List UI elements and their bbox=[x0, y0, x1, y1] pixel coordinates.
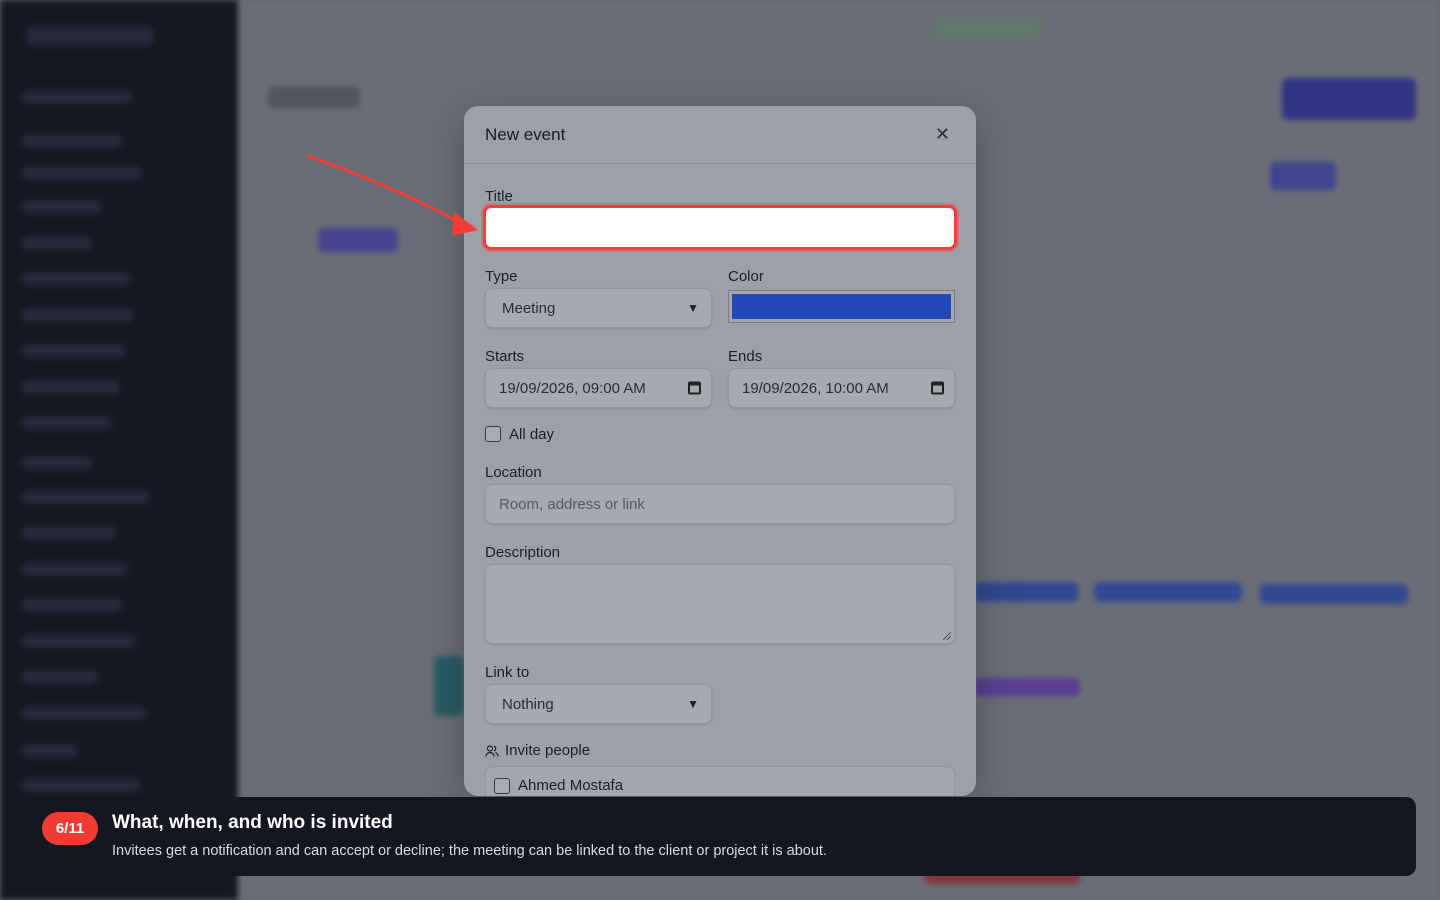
all-day-label[interactable]: All day bbox=[509, 426, 554, 443]
ends-value: 19/09/2026, 10:00 AM bbox=[742, 379, 889, 397]
location-placeholder: Room, address or link bbox=[499, 495, 645, 513]
link-to-label: Link to bbox=[485, 664, 530, 681]
users-icon bbox=[485, 744, 499, 757]
type-select[interactable]: Meeting ▼ bbox=[485, 288, 712, 328]
location-input[interactable]: Room, address or link bbox=[485, 484, 955, 524]
invitee-list: Ahmed Mostafa bbox=[485, 766, 955, 796]
tour-step-banner: 6/11 What, when, and who is invited Invi… bbox=[24, 797, 1416, 876]
invitee-name[interactable]: Ahmed Mostafa bbox=[518, 777, 623, 794]
starts-label: Starts bbox=[485, 348, 525, 365]
tour-step-description: Invitees get a notification and can acce… bbox=[112, 843, 827, 859]
description-label: Description bbox=[485, 544, 561, 561]
invite-people-heading: Invite people bbox=[485, 742, 590, 759]
location-label: Location bbox=[485, 464, 542, 481]
title-label: Title bbox=[485, 188, 513, 205]
type-select-value: Meeting bbox=[502, 299, 556, 317]
starts-value: 19/09/2026, 09:00 AM bbox=[499, 379, 646, 397]
calendar-icon[interactable] bbox=[688, 381, 701, 395]
dialog-header: New event ✕ bbox=[464, 106, 976, 164]
invitee-checkbox[interactable] bbox=[494, 778, 510, 794]
color-picker[interactable] bbox=[728, 290, 955, 323]
ends-datetime-input[interactable]: 19/09/2026, 10:00 AM bbox=[728, 368, 955, 408]
tour-step-badge: 6/11 bbox=[42, 812, 98, 845]
ends-label: Ends bbox=[728, 348, 763, 365]
color-label: Color bbox=[728, 268, 764, 285]
calendar-icon[interactable] bbox=[931, 381, 944, 395]
close-icon[interactable]: ✕ bbox=[935, 125, 950, 143]
link-to-value: Nothing bbox=[502, 695, 554, 713]
chevron-down-icon: ▼ bbox=[687, 697, 699, 711]
link-to-select[interactable]: Nothing ▼ bbox=[485, 684, 712, 724]
type-label: Type bbox=[485, 268, 518, 285]
all-day-checkbox[interactable] bbox=[485, 426, 501, 442]
resize-handle-icon[interactable] bbox=[943, 632, 951, 640]
dialog-title: New event bbox=[485, 125, 566, 144]
title-input[interactable] bbox=[483, 205, 957, 250]
chevron-down-icon: ▼ bbox=[687, 301, 699, 315]
starts-datetime-input[interactable]: 19/09/2026, 09:00 AM bbox=[485, 368, 712, 408]
invite-people-label: Invite people bbox=[505, 742, 591, 759]
description-textarea[interactable] bbox=[485, 564, 955, 644]
tour-step-title: What, when, and who is invited bbox=[112, 812, 393, 833]
